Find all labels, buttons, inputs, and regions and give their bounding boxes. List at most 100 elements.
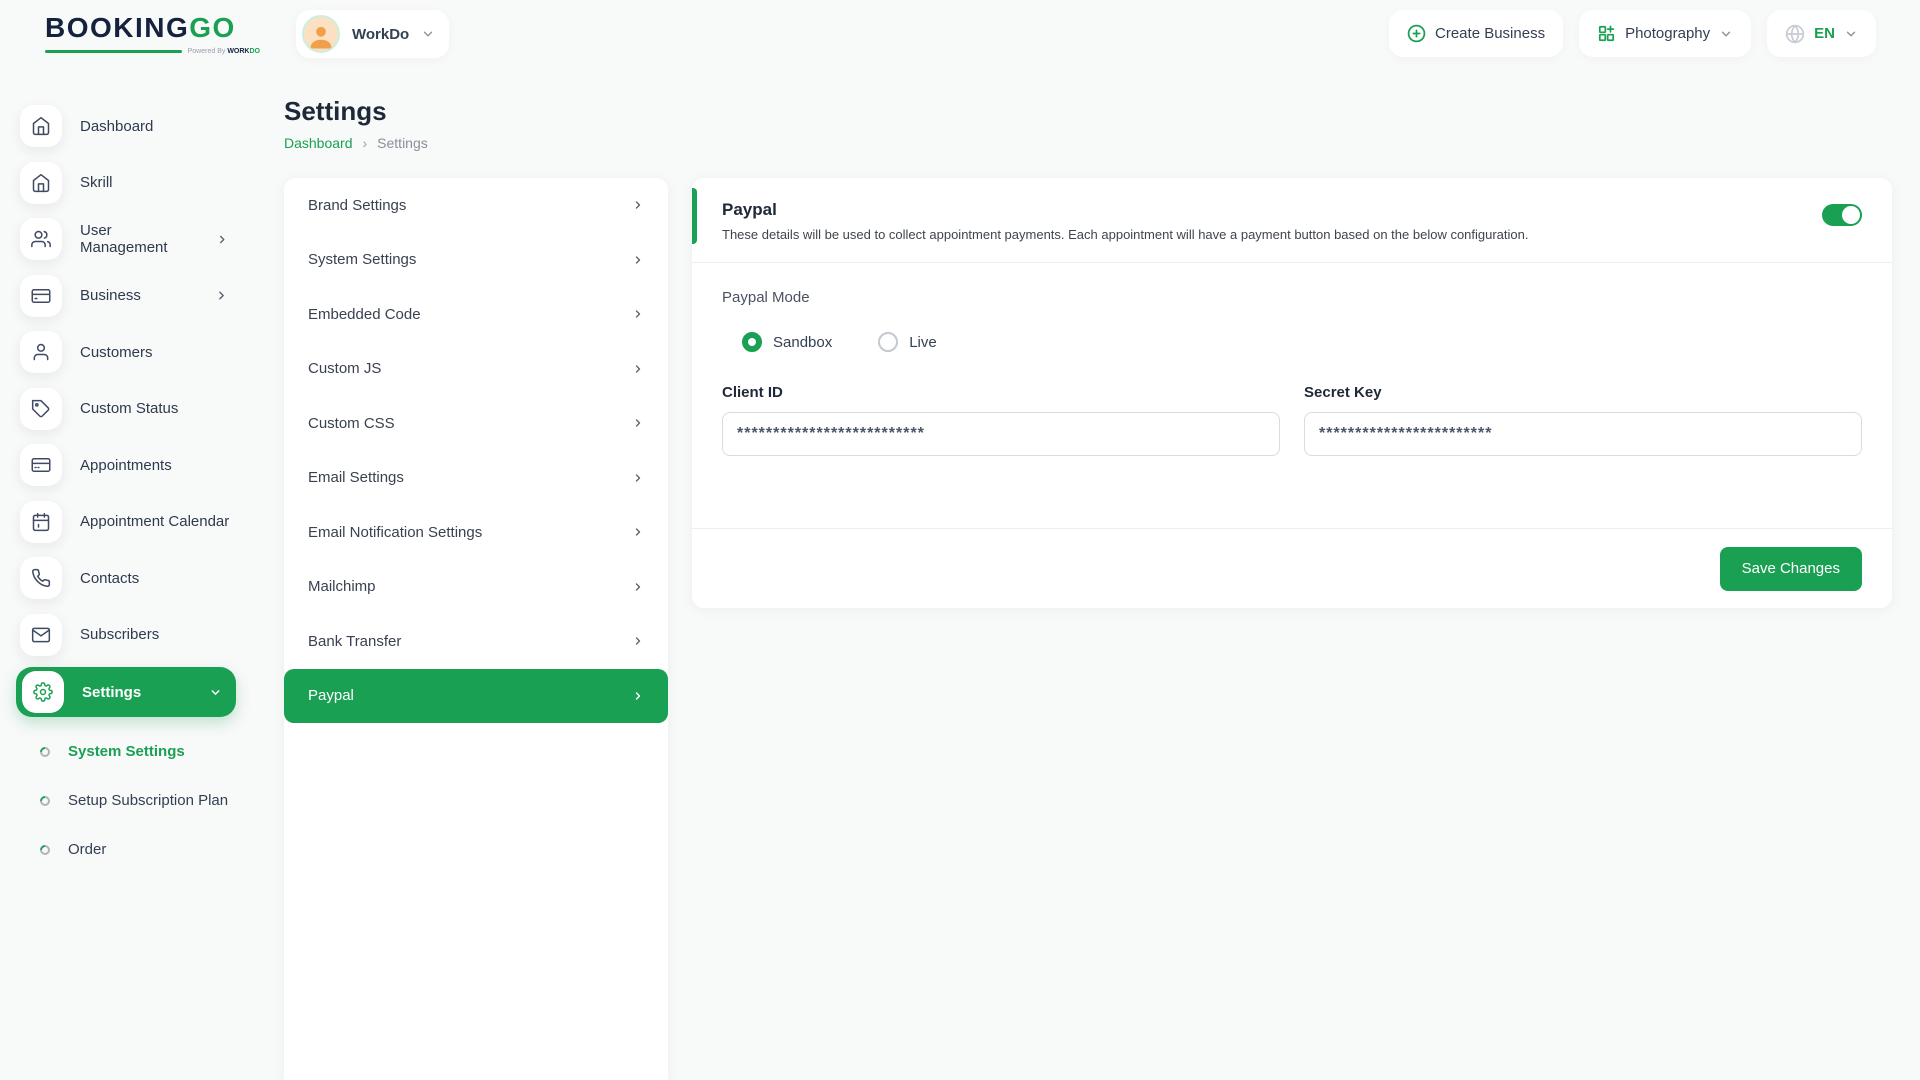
save-changes-button[interactable]: Save Changes [1720,547,1862,591]
sidebar-item-contacts[interactable]: Contacts [0,550,258,607]
chevron-down-icon [209,686,222,699]
business-type-label: Photography [1625,25,1710,42]
menu-label: Custom CSS [308,415,395,432]
breadcrumb-link-dashboard[interactable]: Dashboard [284,135,353,151]
app-logo[interactable]: BOOKINGGO Powered By WORKDO [45,14,260,55]
settings-menu-email-settings[interactable]: Email Settings [284,451,668,506]
settings-menu-system-settings[interactable]: System Settings [284,233,668,288]
breadcrumb-current: Settings [377,135,428,151]
radio-option-sandbox[interactable]: Sandbox [742,332,832,352]
settings-menu-embedded-code[interactable]: Embedded Code [284,287,668,342]
sidebar-item-settings[interactable]: Settings [16,667,236,717]
plus-circle-icon [1407,24,1426,43]
grid-plus-icon [1597,24,1616,43]
settings-menu-custom-js[interactable]: Custom JS [284,342,668,397]
home-icon [20,162,62,204]
chevron-right-icon [632,363,644,375]
powered-by-label: Powered By WORKDO [188,48,260,55]
breadcrumb-separator: › [363,135,368,151]
sidebar-item-label: Settings [82,684,141,701]
create-business-label: Create Business [1435,25,1545,42]
sidebar-subitem-label: System Settings [68,743,185,760]
chevron-right-icon [632,472,644,484]
chevron-right-icon [632,308,644,320]
bullet-icon [38,842,52,856]
menu-label: Custom JS [308,360,381,377]
sidebar-subitem-label: Order [68,841,106,858]
sidebar-subitem-order[interactable]: Order [0,825,258,874]
settings-sub-list: System Settings Setup Subscription Plan … [0,727,258,874]
menu-label: Email Notification Settings [308,524,482,541]
settings-menu-email-notification-settings[interactable]: Email Notification Settings [284,505,668,560]
client-id-label: Client ID [722,384,1280,401]
globe-icon [1785,24,1805,44]
settings-menu-card: Brand Settings System Settings Embedded … [284,178,668,1080]
settings-menu-mailchimp[interactable]: Mailchimp [284,560,668,615]
top-actions: Create Business Photography EN [1389,10,1876,57]
settings-menu-bank-transfer[interactable]: Bank Transfer [284,614,668,669]
gear-icon [22,671,64,713]
radio-label: Sandbox [773,334,832,351]
radio-label: Live [909,334,937,351]
sidebar-item-label: Dashboard [80,118,153,135]
paypal-enabled-toggle[interactable] [1822,204,1862,226]
paypal-panel-footer: Save Changes [692,528,1892,608]
chevron-right-icon [215,289,228,302]
paypal-mode-label: Paypal Mode [722,289,1862,306]
sidebar-item-user-management[interactable]: User Management [0,211,258,268]
logo-accent: GO [189,12,236,43]
radio-option-live[interactable]: Live [878,332,937,352]
radio-unchecked-icon[interactable] [878,332,898,352]
sidebar-subitem-setup-subscription-plan[interactable]: Setup Subscription Plan [0,776,258,825]
chevron-right-icon [632,199,644,211]
business-type-dropdown[interactable]: Photography [1579,10,1751,57]
page-head: Settings Dashboard › Settings [284,96,428,151]
sidebar-item-label: Appointment Calendar [80,513,229,530]
sidebar-item-dashboard[interactable]: Dashboard [0,98,258,155]
person-icon [306,21,336,51]
paypal-panel-header: Paypal These details will be used to col… [692,178,1892,263]
chevron-down-icon [1844,27,1858,41]
menu-label: Brand Settings [308,197,406,214]
tag-icon [20,388,62,430]
chevron-right-icon [632,417,644,429]
credit-card-icon [20,275,62,317]
create-business-button[interactable]: Create Business [1389,10,1563,57]
panel-description: These details will be used to collect ap… [722,227,1622,242]
sidebar: Dashboard Skrill User Management Busines… [0,98,258,874]
client-id-input[interactable] [722,412,1280,456]
radio-checked-icon[interactable] [742,332,762,352]
sidebar-item-skrill[interactable]: Skrill [0,155,258,212]
logo-text: BOOKINGGO [45,14,260,42]
settings-menu-paypal[interactable]: Paypal [284,669,668,724]
sidebar-item-label: Skrill [80,174,113,191]
language-dropdown[interactable]: EN [1767,10,1876,57]
users-icon [20,218,62,260]
settings-menu-custom-css[interactable]: Custom CSS [284,396,668,451]
chevron-right-icon [632,635,644,647]
sidebar-subitem-system-settings[interactable]: System Settings [0,727,258,776]
chevron-down-icon [1719,27,1733,41]
secret-key-input[interactable] [1304,412,1862,456]
sidebar-item-customers[interactable]: Customers [0,324,258,381]
calendar-icon [20,501,62,543]
sidebar-item-label: Appointments [80,457,172,474]
chevron-down-icon [421,27,435,41]
chevron-right-icon [632,526,644,538]
sidebar-item-subscribers[interactable]: Subscribers [0,607,258,664]
sidebar-item-custom-status[interactable]: Custom Status [0,381,258,438]
menu-label: Email Settings [308,469,404,486]
bullet-icon [38,744,52,758]
sidebar-item-appointment-calendar[interactable]: Appointment Calendar [0,494,258,551]
paypal-panel-body: Paypal Mode Sandbox Live Client ID Secre… [692,263,1892,456]
credential-fields: Client ID Secret Key [722,384,1862,456]
menu-label: Paypal [308,687,354,704]
sidebar-item-business[interactable]: Business [0,268,258,325]
settings-menu-brand-settings[interactable]: Brand Settings [284,178,668,233]
panel-title: Paypal [722,200,1862,220]
sidebar-item-appointments[interactable]: Appointments [0,437,258,494]
sidebar-item-label: Customers [80,344,153,361]
paypal-panel: Paypal These details will be used to col… [692,178,1892,608]
workspace-switcher[interactable]: WorkDo [296,10,449,58]
top-bar: BOOKINGGO Powered By WORKDO WorkDo Creat… [0,0,1920,72]
